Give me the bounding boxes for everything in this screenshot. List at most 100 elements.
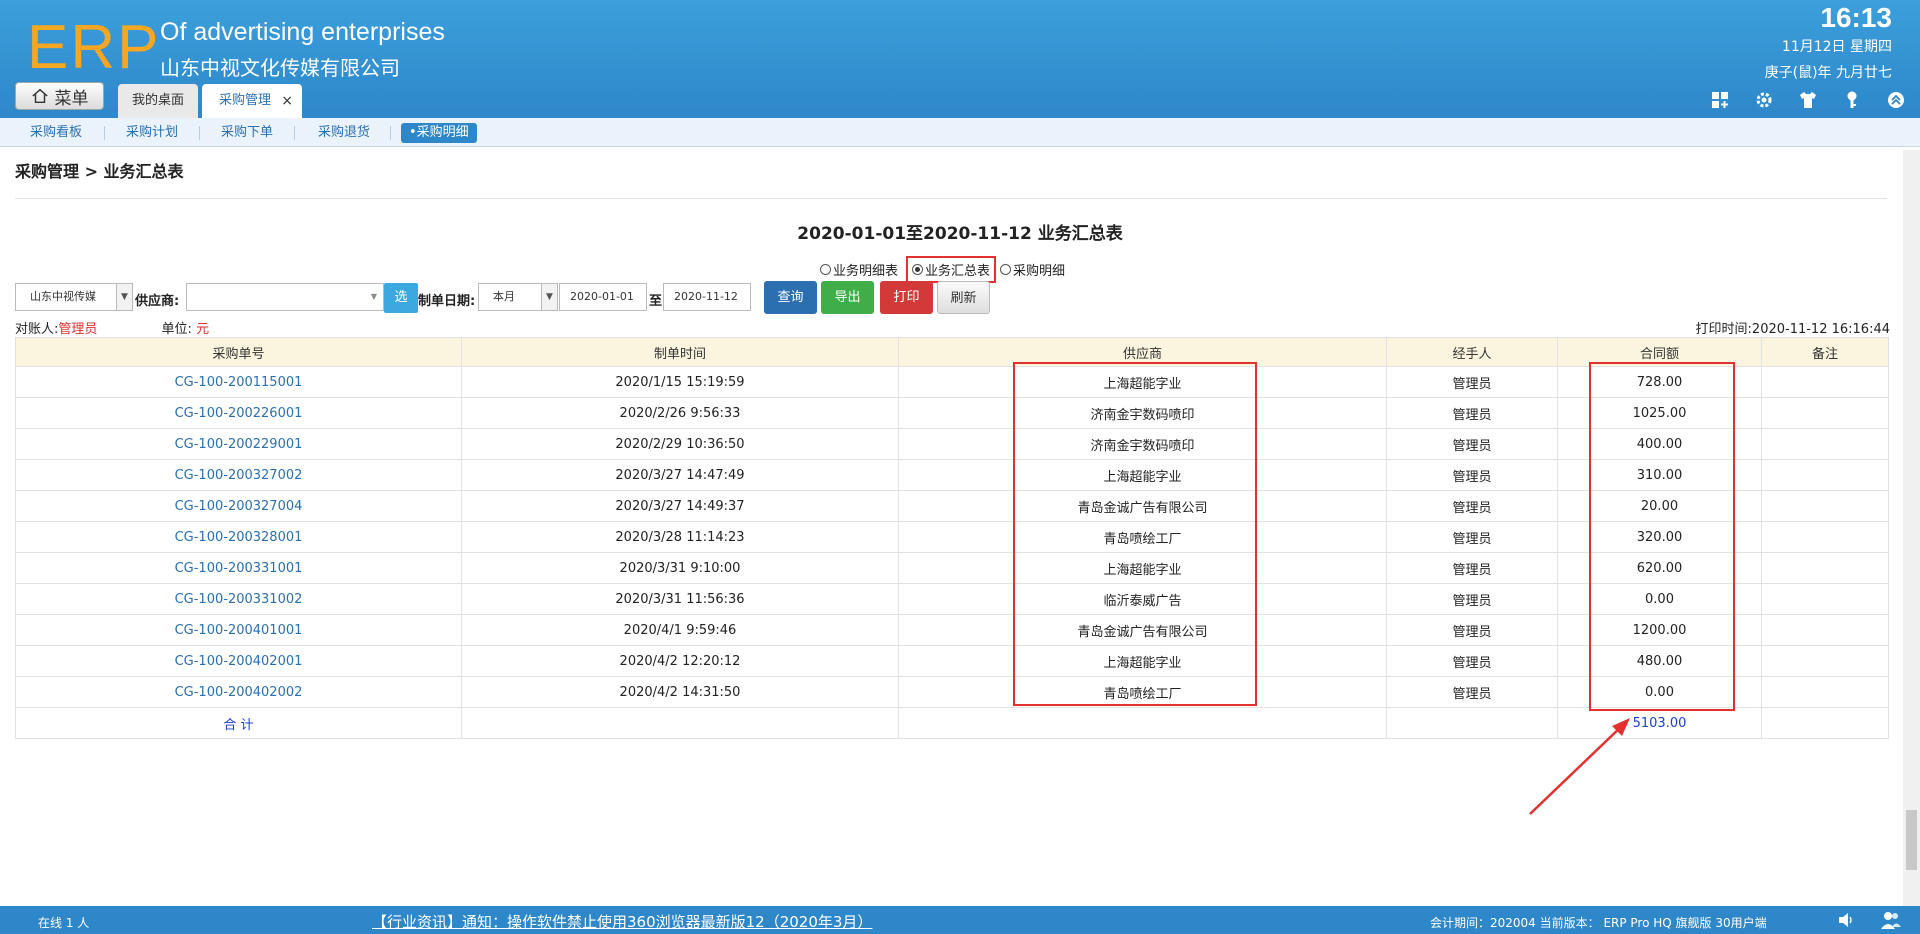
column-header[interactable]: 采购单号: [15, 337, 462, 367]
scrollbar-thumb[interactable]: [1906, 810, 1917, 870]
users-icon[interactable]: [1880, 910, 1902, 930]
account-value: 管理员: [58, 322, 98, 337]
tab-purchase-management-label: 采购管理: [219, 93, 272, 108]
close-icon[interactable]: ×: [281, 84, 293, 118]
chevron-down-icon: ▼: [116, 284, 132, 310]
table-cell: 管理员: [1386, 521, 1558, 553]
company-name: 山东中视文化传媒有限公司: [160, 56, 400, 80]
radio-label: 业务汇总表: [925, 264, 991, 279]
clock-date: 11月12日 星期四: [1781, 39, 1892, 55]
subnav-divider: [294, 126, 295, 140]
date-from-input[interactable]: 2020-01-01: [559, 283, 647, 311]
home-icon: [31, 88, 48, 104]
table-cell: 2020/3/28 11:14:23: [461, 521, 899, 553]
order-number-link[interactable]: CG-100-200327002: [15, 459, 462, 491]
period-select[interactable]: 本月 ▼: [478, 283, 558, 311]
table-cell: 2020/4/2 12:20:12: [461, 645, 899, 677]
report-view-options: 业务明细表 业务汇总表 采购明细: [820, 256, 1069, 283]
account-label: 对账人:: [15, 322, 59, 337]
sub-navigation: 采购看板 采购计划 采购下单 采购退货 •采购明细: [0, 118, 1920, 147]
chevron-down-icon: ▼: [370, 292, 377, 301]
supplier-input[interactable]: ▼: [186, 283, 384, 311]
subnav-item-return[interactable]: 采购退货: [310, 123, 378, 143]
order-number-link[interactable]: CG-100-200328001: [15, 521, 462, 553]
order-number-link[interactable]: CG-100-200327004: [15, 490, 462, 522]
table-cell: [1761, 583, 1889, 615]
radio-label: 业务明细表: [833, 264, 899, 279]
table-cell: [461, 707, 899, 739]
table-cell: 管理员: [1386, 428, 1558, 460]
header-toolbar: [1708, 88, 1908, 112]
table-cell: [1761, 614, 1889, 646]
breadcrumb: 采购管理 > 业务汇总表: [15, 162, 184, 181]
table-cell: 2020/1/15 15:19:59: [461, 366, 899, 398]
date-to-input[interactable]: 2020-11-12: [663, 283, 751, 311]
clock-panel: 16:13 11月12日 星期四 庚子(鼠)年 九月廿七: [1765, 2, 1892, 82]
tab-my-desktop-label: 我的桌面: [131, 93, 184, 108]
table-cell: [1761, 645, 1889, 677]
table-cell: 管理员: [1386, 490, 1558, 522]
date-label: 制单日期:: [418, 294, 476, 309]
subnav-divider: [199, 126, 200, 140]
table-cell: 2020/2/26 9:56:33: [461, 397, 899, 429]
tab-my-desktop[interactable]: 我的桌面: [118, 84, 198, 118]
vertical-scrollbar[interactable]: [1903, 150, 1920, 906]
radio-business-summary[interactable]: 业务汇总表: [906, 256, 997, 283]
report-title: 2020-01-01至2020-11-12 业务汇总表: [797, 224, 1123, 244]
subnav-item-dashboard[interactable]: 采购看板: [22, 123, 90, 143]
amount-highlight-box: [1589, 362, 1735, 711]
order-number-link[interactable]: CG-100-200331002: [15, 583, 462, 615]
period-select-value: 本月: [493, 290, 515, 303]
lunar-date: 庚子(鼠)年 九月廿七: [1764, 65, 1892, 81]
column-header[interactable]: 备注: [1761, 337, 1889, 367]
footer-icons: [1836, 910, 1902, 930]
table-cell: 管理员: [1386, 459, 1558, 491]
query-button[interactable]: 查询: [764, 281, 817, 314]
supplier-pick-button[interactable]: 选: [384, 283, 418, 313]
radio-business-detail[interactable]: 业务明细表: [820, 260, 898, 279]
collapse-up-icon[interactable]: [1884, 88, 1908, 112]
news-link[interactable]: 【行业资讯】通知：操作软件禁止使用360浏览器最新版12（2020年3月）: [372, 911, 872, 932]
column-header[interactable]: 制单时间: [461, 337, 899, 367]
key-icon[interactable]: [1840, 88, 1864, 112]
order-number-link[interactable]: CG-100-200229001: [15, 428, 462, 460]
table-cell: 管理员: [1386, 366, 1558, 398]
company-select[interactable]: 山东中视传媒 ▼: [15, 283, 133, 311]
order-number-link[interactable]: CG-100-200226001: [15, 397, 462, 429]
refresh-button[interactable]: 刷新: [937, 281, 990, 314]
radio-dot: [1000, 264, 1012, 275]
subnav-item-plan[interactable]: 采购计划: [118, 123, 186, 143]
column-header[interactable]: 经手人: [1386, 337, 1558, 367]
table-cell: [1761, 397, 1889, 429]
order-number-link[interactable]: CG-100-200402001: [15, 645, 462, 677]
table-cell: [1761, 676, 1889, 708]
status-bar: 在线 1 人 【行业资讯】通知：操作软件禁止使用360浏览器最新版12（2020…: [0, 906, 1920, 934]
subnav-item-detail[interactable]: •采购明细: [401, 123, 477, 143]
table-cell: 管理员: [1386, 552, 1558, 584]
speaker-icon[interactable]: [1836, 910, 1856, 930]
shirt-icon[interactable]: [1796, 88, 1820, 112]
online-count: 在线 1 人: [38, 916, 90, 930]
radio-purchase-detail[interactable]: 采购明细: [1000, 260, 1065, 279]
print-button[interactable]: 打印: [880, 281, 933, 314]
date-to-value: 2020-11-12: [674, 290, 738, 303]
order-number-link[interactable]: CG-100-200115001: [15, 366, 462, 398]
clock-time: 16:13: [1820, 2, 1892, 33]
table-cell: [1761, 707, 1889, 739]
order-number-link[interactable]: CG-100-200401001: [15, 614, 462, 646]
table-cell: [1761, 552, 1889, 584]
table-cell: [898, 707, 1387, 739]
subnav-item-order[interactable]: 采购下单: [213, 123, 281, 143]
export-button[interactable]: 导出: [821, 281, 874, 314]
order-number-link[interactable]: CG-100-200402002: [15, 676, 462, 708]
menu-button[interactable]: 菜单: [15, 82, 104, 110]
tab-purchase-management[interactable]: 采购管理 ×: [202, 84, 302, 118]
unit-value: 元: [196, 322, 210, 337]
table-cell: 管理员: [1386, 645, 1558, 677]
order-number-link[interactable]: CG-100-200331001: [15, 552, 462, 584]
gear-icon[interactable]: [1752, 88, 1776, 112]
grid-add-icon[interactable]: [1708, 88, 1732, 112]
table-cell: [1761, 366, 1889, 398]
total-label: 合 计: [15, 707, 462, 739]
app-header: ERP Of advertising enterprises 山东中视文化传媒有…: [0, 0, 1920, 118]
